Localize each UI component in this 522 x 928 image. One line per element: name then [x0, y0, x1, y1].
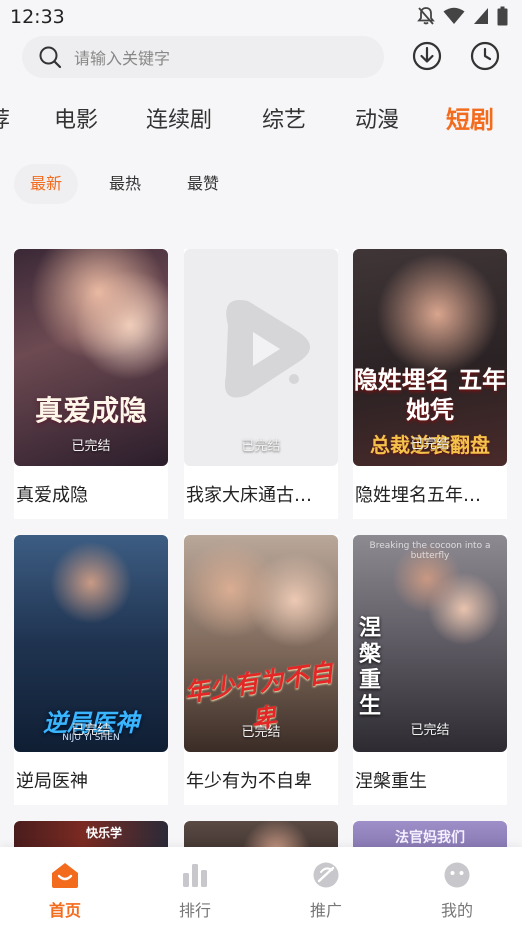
history-button[interactable]	[468, 39, 502, 73]
download-icon	[412, 41, 442, 71]
drama-card[interactable]: 隐姓埋名 五年她凭 总裁逆袭翻盘 已完结 隐姓埋名五年…	[353, 249, 507, 519]
drama-title: 年少有为不自卑	[186, 771, 312, 792]
nav-promote[interactable]: 推广	[286, 861, 366, 921]
category-tabs: 荐 电影 连续剧 综艺 动漫 短剧	[0, 96, 522, 140]
nav-ranking-label: 排行	[178, 901, 211, 920]
nav-home-label: 首页	[48, 901, 81, 920]
tab-recommended[interactable]: 荐	[0, 102, 10, 134]
sort-most-liked[interactable]: 最赞	[172, 164, 234, 204]
poster-placeholder: 已完结	[184, 249, 338, 466]
drama-title: 逆局医神	[16, 771, 88, 792]
tab-anime[interactable]: 动漫	[355, 102, 399, 134]
poster-title: 快乐学	[85, 826, 122, 840]
bottom-nav: 首页 排行 推广 我的	[0, 847, 522, 928]
nav-home[interactable]: 首页	[25, 861, 105, 921]
poster-image: 隐姓埋名 五年她凭 总裁逆袭翻盘 已完结	[353, 249, 507, 466]
drama-title: 我家大床通古…	[186, 485, 312, 506]
nav-ranking[interactable]: 排行	[155, 861, 235, 921]
tab-movies[interactable]: 电影	[54, 102, 98, 134]
nav-profile-label: 我的	[440, 901, 473, 920]
poster-title: 涅槃重生	[358, 615, 381, 719]
wifi-icon	[443, 7, 465, 24]
drama-card[interactable]: 已完结 我家大床通古…	[184, 249, 338, 519]
search-placeholder: 请输入关键字	[74, 49, 171, 68]
drama-card[interactable]: Breaking the cocoon into a butterfly 涅槃重…	[353, 535, 507, 805]
download-button[interactable]	[410, 39, 444, 73]
status-badge: 已完结	[410, 723, 450, 738]
play-placeholder-icon	[224, 300, 310, 398]
tab-short-drama[interactable]: 短剧	[446, 100, 494, 135]
tab-variety[interactable]: 综艺	[262, 102, 306, 134]
poster-subtitle: Breaking the cocoon into a butterfly	[369, 541, 491, 561]
status-time: 12:33	[10, 6, 65, 28]
poster-title: 法官妈我们	[395, 830, 465, 846]
status-badge: 已完结	[241, 439, 281, 454]
poster-image: Breaking the cocoon into a butterfly 涅槃重…	[353, 535, 507, 752]
poster-image: 逆局医神 NIJU YI SHEN 已完结	[14, 535, 168, 752]
drama-title: 隐姓埋名五年…	[355, 485, 481, 506]
ranking-icon	[183, 864, 207, 887]
app-screen: 12:33 请输入关键字 电影 连续剧 综艺 动漫 短剧 最新 最热 最赞 真爱…	[0, 0, 522, 928]
poster-title: 真爱成隐	[34, 394, 147, 427]
profile-icon	[444, 862, 470, 888]
status-badge: 已完结	[241, 725, 281, 740]
clock-icon	[470, 41, 500, 71]
promote-icon	[313, 862, 339, 888]
poster-title: 隐姓埋名 五年她凭	[353, 365, 507, 424]
signal-icon	[474, 8, 488, 24]
status-badge: 已完结	[410, 437, 450, 452]
search-icon	[39, 46, 62, 69]
nav-profile[interactable]: 我的	[417, 861, 497, 921]
drama-title: 真爱成隐	[16, 485, 88, 506]
status-bar: 12:33	[0, 0, 522, 34]
status-badge: 已完结	[71, 723, 111, 738]
poster-image: 真爱成隐 已完结	[14, 249, 168, 466]
drama-title: 涅槃重生	[355, 771, 427, 792]
sort-newest[interactable]: 最新	[14, 164, 78, 204]
tab-series[interactable]: 连续剧	[146, 102, 212, 134]
battery-icon	[497, 6, 508, 26]
home-icon	[52, 863, 78, 888]
drama-card[interactable]: 年少有为不自卑 已完结 年少有为不自卑	[184, 535, 338, 805]
status-icons	[417, 6, 508, 26]
nav-promote-label: 推广	[309, 901, 342, 920]
notifications-off-icon	[417, 7, 435, 25]
drama-card[interactable]: 逆局医神 NIJU YI SHEN 已完结 逆局医神	[14, 535, 168, 805]
status-badge: 已完结	[71, 439, 111, 454]
poster-image: 年少有为不自卑 已完结	[184, 535, 338, 752]
search-input[interactable]: 请输入关键字	[22, 36, 384, 78]
sort-hottest[interactable]: 最热	[94, 164, 156, 204]
drama-card[interactable]: 真爱成隐 已完结 真爱成隐	[14, 249, 168, 519]
